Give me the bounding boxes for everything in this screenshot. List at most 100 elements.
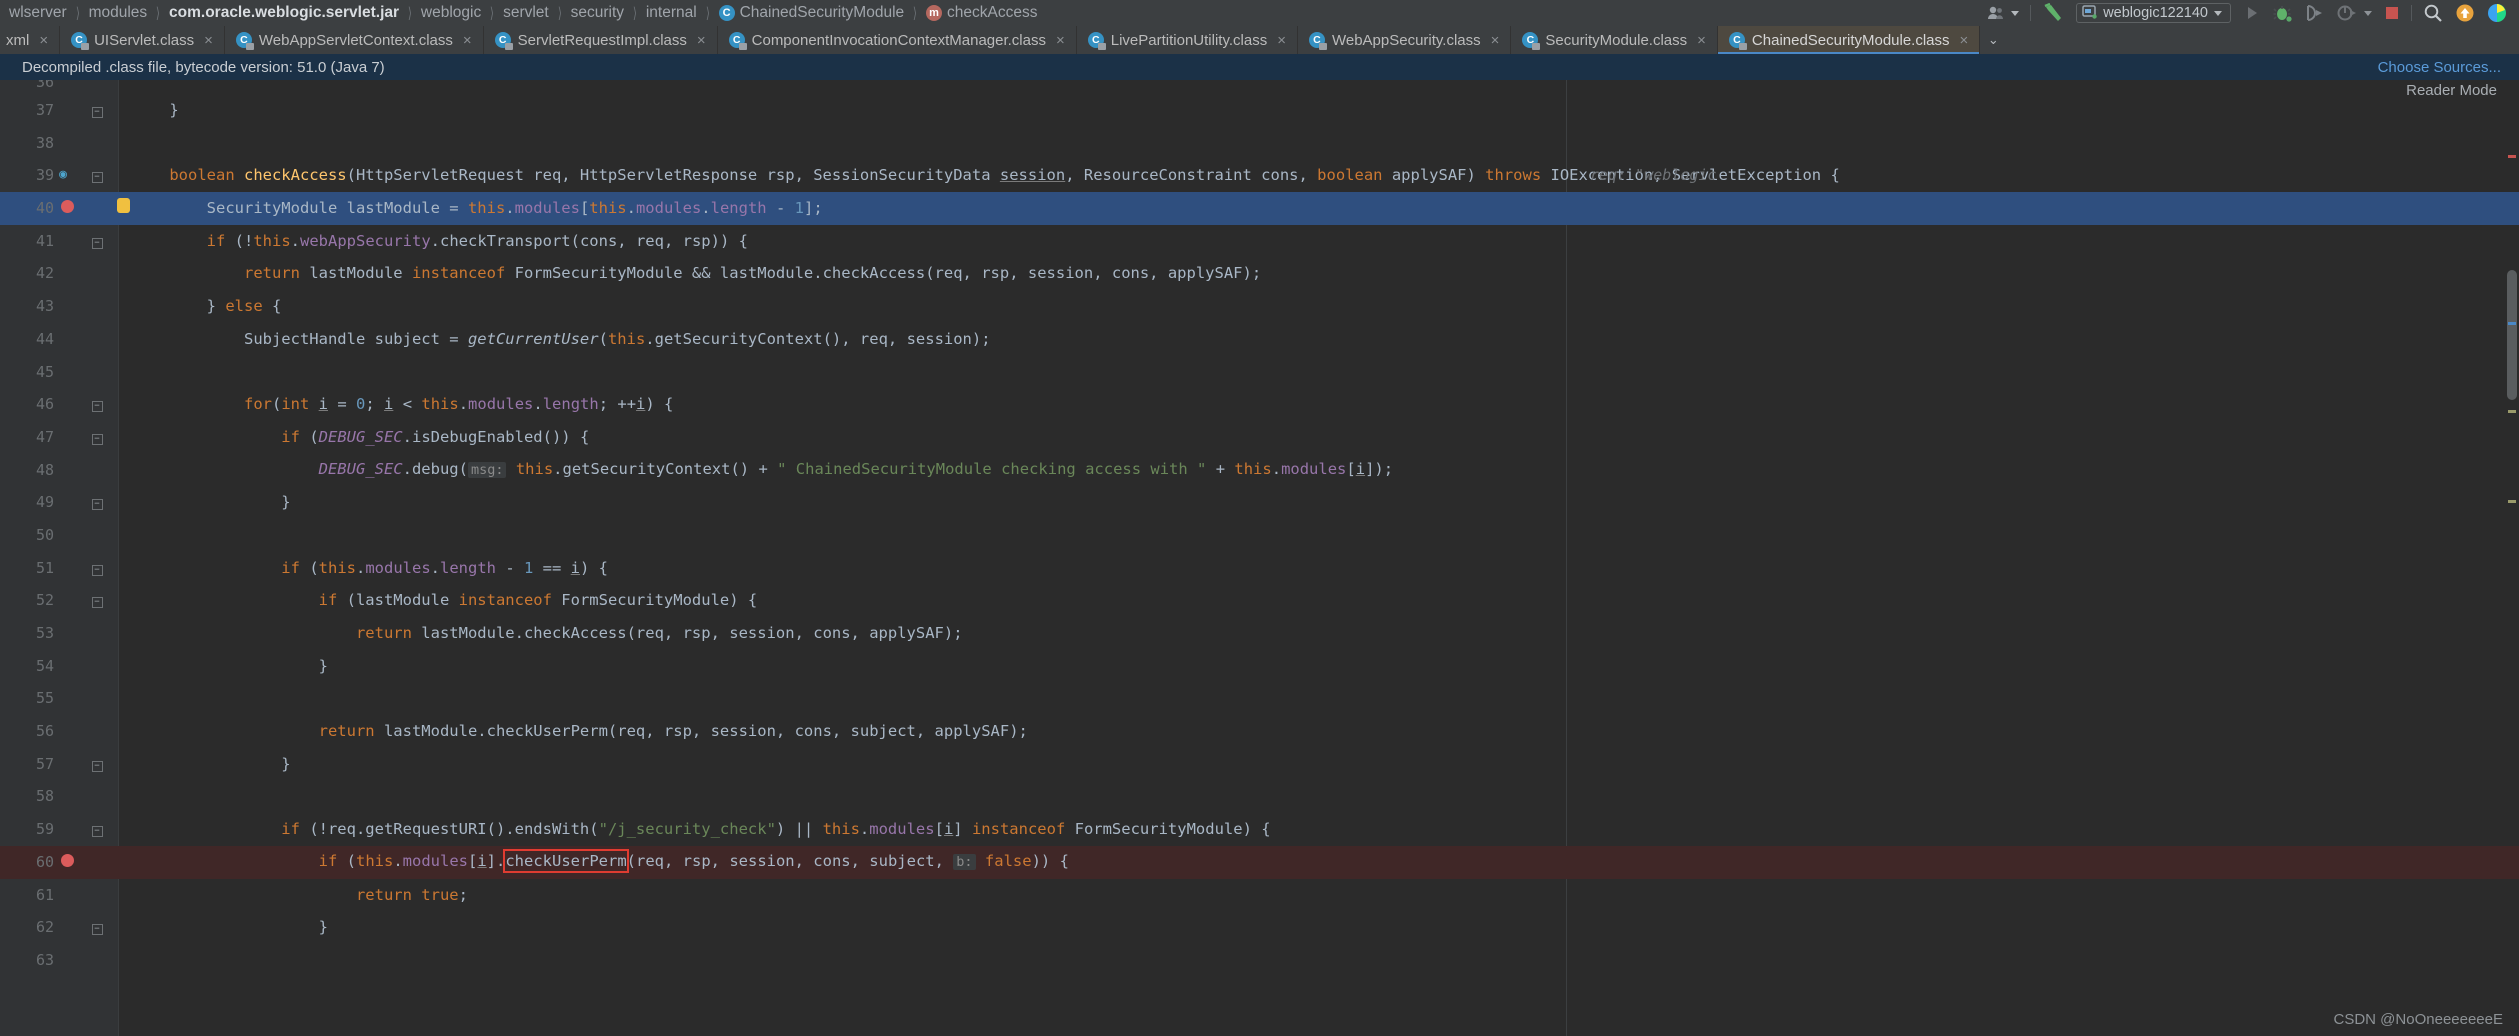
breakpoint-icon[interactable] xyxy=(56,846,78,879)
code-text: if (!this.webAppSecurity.checkTransport(… xyxy=(132,231,748,250)
code-text: if (DEBUG_SEC.isDebugEnabled()) { xyxy=(132,427,590,446)
fold-marker-icon[interactable]: − xyxy=(86,421,108,454)
line-number: 53 xyxy=(35,624,54,642)
code-line: 63 xyxy=(0,944,2519,977)
fold-marker-icon[interactable]: − xyxy=(86,486,108,519)
close-icon[interactable]: × xyxy=(1056,32,1065,49)
search-magnifier-icon[interactable] xyxy=(2417,0,2449,26)
breadcrumb-separator-icon: ⟩ xyxy=(632,5,637,22)
choose-sources-link[interactable]: Choose Sources... xyxy=(2378,59,2501,76)
fold-marker-icon[interactable]: − xyxy=(86,388,108,421)
tab-securitymodule-class[interactable]: C SecurityModule.class × xyxy=(1511,26,1718,54)
breadcrumb-item-weblogic[interactable]: weblogic xyxy=(414,4,488,22)
close-icon[interactable]: × xyxy=(463,32,472,49)
fold-marker-icon[interactable]: − xyxy=(86,159,108,192)
close-icon[interactable]: × xyxy=(1697,32,1706,49)
code-line: 37 − } xyxy=(0,94,2519,127)
chevron-down-icon xyxy=(2214,10,2222,16)
close-icon[interactable]: × xyxy=(1960,32,1969,49)
code-text: return lastModule.checkAccess(req, rsp, … xyxy=(132,624,963,642)
fold-marker-icon[interactable]: − xyxy=(86,813,108,846)
run-play-icon[interactable] xyxy=(2237,0,2267,26)
close-icon[interactable]: × xyxy=(204,32,213,49)
close-icon[interactable]: × xyxy=(1277,32,1286,49)
run-with-profiler-icon[interactable] xyxy=(2331,0,2378,26)
fold-marker-icon[interactable]: − xyxy=(86,94,108,127)
line-number: 62 xyxy=(35,918,54,937)
intention-bulb-icon[interactable] xyxy=(112,192,134,225)
breadcrumb: wlserver ⟩ modules ⟩ com.oracle.weblogic… xyxy=(0,4,1044,22)
code-text: DEBUG_SEC.debug(msg: this.getSecurityCon… xyxy=(318,460,1394,479)
run-config-label: weblogic122140 xyxy=(2103,5,2208,21)
code-line: 45 xyxy=(0,356,2519,389)
line-number: 43 xyxy=(35,297,54,316)
tab-label: LivePartitionUtility.class xyxy=(1110,31,1268,49)
run-with-coverage-icon[interactable] xyxy=(2299,0,2331,26)
error-stripe-marker[interactable] xyxy=(2508,410,2516,413)
tab-chainedsecuritymodule-class[interactable]: C ChainedSecurityModule.class × xyxy=(1717,26,1981,54)
breadcrumb-item-internal[interactable]: internal xyxy=(639,4,704,22)
debug-bug-icon[interactable] xyxy=(2267,0,2299,26)
run-method-gutter-icon[interactable]: ◉ xyxy=(52,159,74,192)
tab-label: SecurityModule.class xyxy=(1545,31,1688,49)
fold-marker-icon[interactable]: − xyxy=(86,552,108,585)
fold-marker-icon[interactable]: − xyxy=(86,584,108,617)
breadcrumb-separator-icon: ⟩ xyxy=(705,5,710,22)
line-number: 63 xyxy=(35,950,54,969)
tab-livepartitionutility-class[interactable]: C LivePartitionUtility.class × xyxy=(1077,26,1298,54)
code-editor[interactable]: Reader Mode 36 37 − } 38 39 ◉ − boolean … xyxy=(0,80,2519,1036)
tab-servletrequestimpl-class[interactable]: C ServletRequestImpl.class × xyxy=(484,26,718,54)
fold-marker-icon[interactable]: − xyxy=(86,911,108,944)
ide-logo-icon[interactable] xyxy=(2481,0,2513,26)
breadcrumb-item-servlet[interactable]: servlet xyxy=(496,4,556,22)
breadcrumb-item-class[interactable]: C ChainedSecurityModule xyxy=(712,4,912,22)
build-hammer-icon[interactable] xyxy=(2036,0,2070,26)
inlay-parameter-hint: b: xyxy=(953,854,976,871)
code-line: 56 return lastModule.checkUserPerm(req, … xyxy=(0,715,2519,748)
code-text: if (this.modules.length - 1 == i) { xyxy=(132,558,609,577)
user-avatar-icon[interactable] xyxy=(1981,0,2025,26)
tab-webappservletcontext-class[interactable]: C WebAppServletContext.class × xyxy=(225,26,484,54)
close-icon[interactable]: × xyxy=(39,32,48,49)
chevron-down-icon xyxy=(2011,10,2020,16)
breadcrumb-separator-icon: ⟩ xyxy=(75,5,80,22)
tab-xml[interactable]: xml × xyxy=(0,26,61,54)
fold-marker-icon[interactable]: − xyxy=(86,225,108,258)
close-icon[interactable]: × xyxy=(697,32,706,49)
breadcrumb-label: security xyxy=(570,4,624,21)
line-number: 50 xyxy=(35,525,54,544)
code-line: 38 xyxy=(0,127,2519,160)
breadcrumb-item-jar[interactable]: com.oracle.weblogic.servlet.jar xyxy=(162,4,406,22)
tab-webappsecurity-class[interactable]: C WebAppSecurity.class × xyxy=(1298,26,1512,54)
error-stripe-marker[interactable] xyxy=(2508,322,2516,325)
tab-uiservlet-class[interactable]: C UIServlet.class × xyxy=(60,26,225,54)
close-icon[interactable]: × xyxy=(1491,32,1500,49)
code-line: 59 − if (!req.getRequestURI().endsWith("… xyxy=(0,813,2519,846)
breadcrumb-toolbar-row: wlserver ⟩ modules ⟩ com.oracle.weblogic… xyxy=(0,0,2519,26)
update-arrow-icon[interactable] xyxy=(2449,0,2481,26)
breadcrumb-item-modules[interactable]: modules xyxy=(82,4,155,22)
line-number: 59 xyxy=(35,820,54,839)
highlighted-method-token[interactable]: checkUserPerm xyxy=(503,849,629,874)
java-class-decompiled-icon: C xyxy=(494,32,513,50)
error-stripe-marker[interactable] xyxy=(2508,500,2516,503)
breadcrumb-item-method[interactable]: m checkAccess xyxy=(919,4,1044,22)
code-text: if (this.modules[i].checkUserPerm(req, r… xyxy=(132,849,1069,874)
stop-square-icon[interactable] xyxy=(2378,0,2406,26)
code-text: if (lastModule instanceof FormSecurityMo… xyxy=(132,591,758,610)
run-config-selector[interactable]: weblogic122140 xyxy=(2070,0,2237,26)
editor-vertical-scrollbar[interactable] xyxy=(2507,270,2517,400)
fold-marker-icon[interactable]: − xyxy=(86,748,108,781)
code-content[interactable]: 36 37 − } 38 39 ◉ − boolean checkAccess(… xyxy=(0,80,2519,977)
code-line: 47 − if (DEBUG_SEC.isDebugEnabled()) { xyxy=(0,421,2519,454)
code-text: } xyxy=(132,493,291,512)
tab-componentinvocationcontextmanager-class[interactable]: C ComponentInvocationContextManager.clas… xyxy=(718,26,1077,54)
breadcrumb-item-security[interactable]: security xyxy=(564,4,631,22)
breakpoint-icon[interactable] xyxy=(56,192,78,225)
code-line: 53 return lastModule.checkAccess(req, rs… xyxy=(0,617,2519,650)
line-number: 37 xyxy=(35,101,54,119)
breadcrumb-label: ChainedSecurityModule xyxy=(739,4,905,21)
tab-overflow-chevron-down-icon[interactable]: ⌄ xyxy=(1980,26,2006,54)
breadcrumb-item-wlserver[interactable]: wlserver xyxy=(2,4,74,22)
error-stripe-marker[interactable] xyxy=(2508,155,2516,158)
